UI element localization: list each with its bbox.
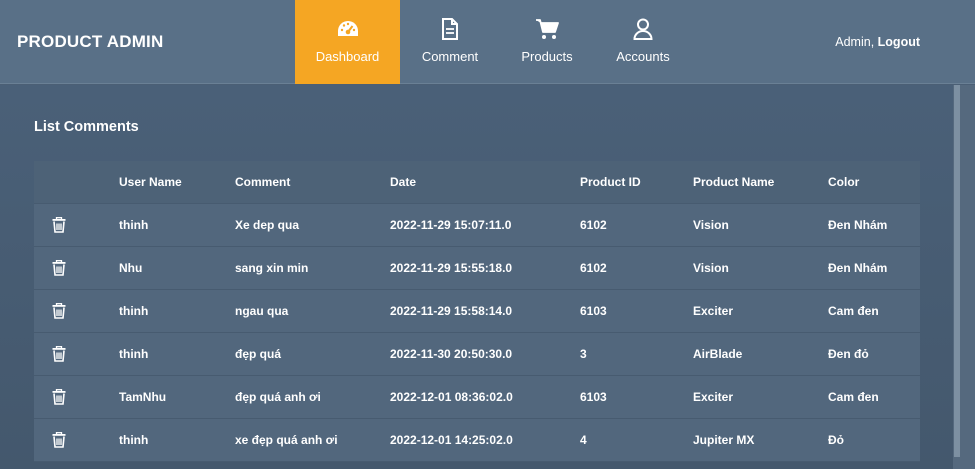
comments-table: User Name Comment Date Product ID Produc…	[34, 161, 920, 462]
trash-icon	[52, 389, 66, 405]
cell-date: 2022-11-29 15:07:11.0	[390, 218, 512, 232]
trash-icon	[52, 217, 66, 233]
nav-comment[interactable]: Comment	[410, 0, 490, 84]
table-header: User Name Comment Date Product ID Produc…	[34, 161, 920, 204]
cell-date: 2022-12-01 08:36:02.0	[390, 390, 513, 404]
cell-user: TamNhu	[119, 390, 167, 404]
cell-product-id: 6103	[580, 390, 607, 404]
cell-color: Đen Nhám	[828, 218, 888, 232]
column-header: Product Name	[693, 175, 775, 189]
trash-icon	[52, 432, 66, 448]
cell-product-id: 6102	[580, 261, 607, 275]
cell-comment: sang xin min	[235, 261, 309, 275]
nav-dashboard-label: Dashboard	[315, 49, 380, 64]
cell-product-name: Exciter	[693, 304, 734, 318]
table-row: Nhu sang xin min 2022-11-29 15:55:18.0 6102…	[34, 247, 920, 290]
cell-color: Đen đỏ	[828, 347, 869, 361]
cell-product-id: 6103	[580, 304, 607, 318]
table-row: thinh xe đẹp quá anh ơi 2022-12-01 14:25:0…	[34, 419, 920, 462]
cell-color: Cam đen	[828, 304, 879, 318]
cell-product-name: Vision	[693, 261, 729, 275]
delete-button[interactable]	[52, 419, 66, 461]
column-header: Product ID	[580, 175, 641, 189]
column-header: Date	[390, 175, 417, 189]
nav-dashboard[interactable]: Dashboard	[295, 0, 400, 84]
nav-products-label: Products	[521, 49, 573, 64]
cell-date: 2022-12-01 14:25:02.0	[390, 433, 513, 447]
cell-comment: Xe dep qua	[235, 218, 300, 232]
cell-user: thinh	[119, 433, 149, 447]
logout-link[interactable]: Logout	[878, 35, 920, 49]
cell-color: Đỏ	[828, 433, 844, 447]
cell-product-name: AirBlade	[693, 347, 743, 361]
cell-product-id: 3	[580, 347, 587, 361]
delete-button[interactable]	[52, 376, 66, 418]
table-row: TamNhu đẹp quá anh ơi 2022-12-01 08:36:02.…	[34, 376, 920, 419]
cell-product-name: Jupiter MX	[693, 433, 755, 447]
scrollbar[interactable]	[953, 85, 975, 469]
table-row: thinh Xe dep qua 2022-11-29 15:07:11.0 6102…	[34, 204, 920, 247]
top-navbar: PRODUCT ADMIN Dashboard Comment Products…	[0, 0, 975, 84]
cell-date: 2022-11-29 15:55:18.0	[390, 261, 513, 275]
cart-icon	[535, 17, 559, 41]
cell-color: Đen Nhám	[828, 261, 888, 275]
delete-button[interactable]	[52, 333, 66, 375]
brand-title: PRODUCT ADMIN	[17, 32, 164, 51]
user-icon	[633, 17, 653, 41]
delete-button[interactable]	[52, 204, 66, 246]
nav-products[interactable]: Products	[507, 0, 587, 84]
cell-date: 2022-11-30 20:50:30.0	[390, 347, 513, 361]
user-name: Admin,	[835, 35, 875, 49]
cell-color: Cam đen	[828, 390, 879, 404]
page-title: List Comments	[34, 119, 139, 135]
cell-product-id: 4	[580, 433, 587, 447]
cell-user: Nhu	[119, 261, 143, 275]
scrollbar-thumb[interactable]	[954, 85, 960, 457]
trash-icon	[52, 260, 66, 276]
user-area: Admin, Logout	[835, 35, 920, 49]
delete-button[interactable]	[52, 290, 66, 332]
cell-product-name: Exciter	[693, 390, 734, 404]
delete-button[interactable]	[52, 247, 66, 289]
cell-comment: đẹp quá anh ơi	[235, 390, 321, 404]
column-header: User Name	[119, 175, 182, 189]
cell-user: thinh	[119, 347, 149, 361]
speedometer-icon	[336, 17, 360, 41]
cell-comment: xe đẹp quá anh ơi	[235, 433, 338, 447]
cell-comment: ngau qua	[235, 304, 289, 318]
cell-user: thinh	[119, 304, 149, 318]
cell-user: thinh	[119, 218, 149, 232]
nav-accounts[interactable]: Accounts	[603, 0, 683, 84]
cell-product-id: 6102	[580, 218, 607, 232]
trash-icon	[52, 346, 66, 362]
nav-comment-label: Comment	[421, 49, 479, 64]
column-header: Comment	[235, 175, 291, 189]
trash-icon	[52, 303, 66, 319]
nav-accounts-label: Accounts	[616, 49, 670, 64]
cell-product-name: Vision	[693, 218, 729, 232]
cell-date: 2022-11-29 15:58:14.0	[390, 304, 513, 318]
table-row: thinh ngau qua 2022-11-29 15:58:14.0 6103 Ex…	[34, 290, 920, 333]
column-header: Color	[828, 175, 860, 189]
document-icon	[441, 17, 459, 41]
table-row: thinh đẹp quá 2022-11-30 20:50:30.0 3 AirBla…	[34, 333, 920, 376]
cell-comment: đẹp quá	[235, 347, 282, 361]
